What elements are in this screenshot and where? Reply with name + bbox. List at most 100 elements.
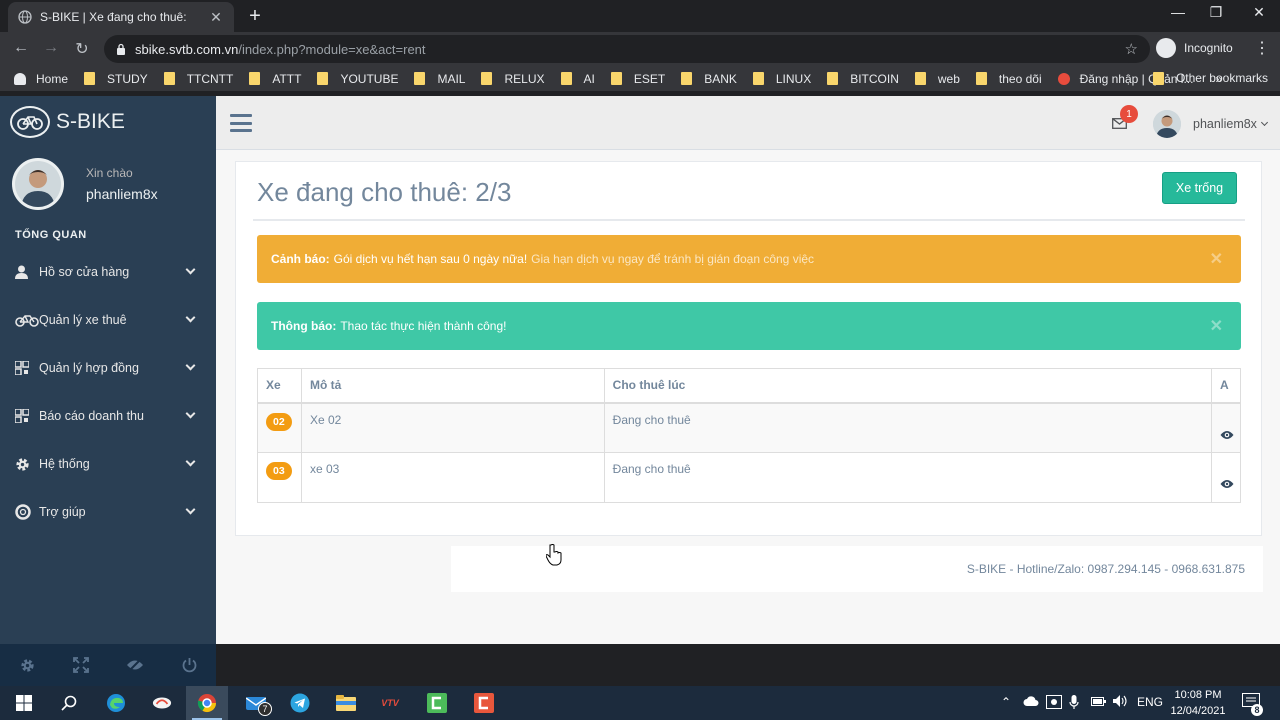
- menu-toggle-icon[interactable]: [230, 114, 252, 132]
- vtv-app-icon[interactable]: VTV: [380, 693, 400, 713]
- folder-icon: [481, 72, 493, 85]
- bookmark-item[interactable]: STUDY: [76, 72, 156, 86]
- windows-start-icon[interactable]: [14, 693, 34, 713]
- available-bikes-button[interactable]: Xe trống: [1162, 172, 1237, 204]
- bookmark-home[interactable]: Home: [0, 72, 76, 86]
- sidebar-item-store-profile[interactable]: Hồ sơ cửa hàng: [0, 248, 216, 296]
- avatar: [12, 158, 64, 210]
- maximize-icon[interactable]: ❐: [1204, 4, 1228, 21]
- menu-kebab-icon[interactable]: ⋮: [1254, 38, 1270, 58]
- cloud-icon[interactable]: [1023, 695, 1039, 709]
- content-panel: Xe đang cho thuê: 2/3 Xe trống Cảnh báo:…: [235, 161, 1262, 536]
- reload-icon[interactable]: ↻: [72, 39, 92, 59]
- battery-icon[interactable]: [1091, 695, 1106, 709]
- new-tab-button[interactable]: +: [245, 5, 265, 28]
- file-explorer-icon[interactable]: [336, 693, 356, 713]
- action-cell: [1210, 402, 1242, 453]
- profile-name: phanliem8x: [86, 186, 158, 202]
- bookmark-item[interactable]: AI: [553, 72, 603, 86]
- column-header[interactable]: Cho thuê lúc: [603, 368, 1212, 404]
- search-icon[interactable]: [59, 693, 79, 713]
- camtasia-icon[interactable]: [427, 693, 447, 713]
- back-icon[interactable]: ←: [11, 39, 31, 57]
- address-bar[interactable]: sbike.svtb.com.vn/index.php?module=xe&ac…: [104, 35, 1150, 63]
- close-icon[interactable]: ✕: [1210, 249, 1223, 269]
- microphone-icon[interactable]: [1069, 695, 1079, 713]
- bookmark-item[interactable]: YOUTUBE: [309, 72, 406, 86]
- description-cell: Xe 02: [300, 402, 605, 453]
- view-eye-icon[interactable]: [1220, 429, 1234, 443]
- sidebar-item-label: Hệ thống: [39, 457, 90, 471]
- footer-hotline: S-BIKE - Hotline/Zalo: 0987.294.145 - 09…: [966, 562, 1245, 576]
- chrome-icon[interactable]: [197, 693, 217, 713]
- close-window-icon[interactable]: ✕: [1247, 4, 1271, 21]
- other-bookmarks[interactable]: Other bookmarks: [1152, 71, 1268, 85]
- edge-browser-icon[interactable]: [106, 693, 126, 713]
- renew-link[interactable]: Gia hạn dịch vụ ngay để tránh bị gián đo…: [531, 252, 814, 266]
- bike-code-cell: 02: [257, 402, 302, 453]
- language-indicator[interactable]: ENG: [1137, 695, 1163, 709]
- camtasia-recorder-icon[interactable]: [474, 693, 494, 713]
- bookmark-item[interactable]: theo dõi: [968, 72, 1050, 86]
- sidebar-item-contracts[interactable]: Quản lý hợp đồng: [0, 344, 216, 392]
- power-icon[interactable]: [162, 644, 216, 686]
- volume-icon[interactable]: [1113, 695, 1128, 710]
- sidebar-item-revenue-report[interactable]: Báo cáo doanh thu: [0, 392, 216, 440]
- bookmark-item[interactable]: TTCNTT: [156, 72, 242, 86]
- incognito-indicator[interactable]: Incognito: [1156, 38, 1233, 58]
- rental-status-cell: Đang cho thuê: [603, 452, 1212, 503]
- clock[interactable]: 10:08 PM 12/04/2021: [1170, 686, 1226, 719]
- fullscreen-icon[interactable]: [54, 644, 108, 686]
- url-host: sbike.svtb.com.vn: [135, 41, 239, 57]
- eye-slash-icon[interactable]: [108, 644, 162, 686]
- brand-logo[interactable]: S-BIKE: [10, 106, 125, 138]
- sidebar-item-label: Quản lý hợp đồng: [39, 361, 139, 375]
- sidebar-item-rental-bikes[interactable]: Quản lý xe thuê: [0, 296, 216, 344]
- chevron-down-icon: [185, 264, 196, 275]
- star-icon[interactable]: ☆: [1125, 40, 1138, 58]
- profile: Xin chào phanliem8x: [12, 158, 158, 210]
- incognito-icon: [1156, 38, 1176, 58]
- browser-tab[interactable]: S-BIKE | Xe đang cho thuê: ✕: [8, 2, 234, 32]
- folder-icon: [975, 72, 987, 85]
- bookmark-item[interactable]: web: [907, 72, 968, 86]
- clock-date: 12/04/2021: [1170, 705, 1226, 717]
- column-header[interactable]: A: [1210, 368, 1242, 404]
- sidebar-item-help[interactable]: Trợ giúp: [0, 488, 216, 536]
- settings-icon[interactable]: [0, 644, 54, 686]
- divider: [253, 219, 1245, 221]
- network-app-icon[interactable]: [1046, 695, 1062, 712]
- warning-alert: Cảnh báo: Gói dịch vụ hết hạn sau 0 ngày…: [257, 235, 1241, 283]
- browser-tabbar: S-BIKE | Xe đang cho thuê: ✕ + — ❐ ✕: [0, 0, 1280, 32]
- close-icon[interactable]: ✕: [1210, 316, 1223, 336]
- chevron-down-icon: [185, 456, 196, 467]
- alert-label: Cảnh báo:: [271, 252, 330, 266]
- table-row: 03 xe 03 Đang cho thuê: [257, 452, 1242, 503]
- bookmark-item[interactable]: BANK: [673, 72, 745, 86]
- folder-icon: [163, 72, 175, 85]
- user-menu[interactable]: phanliem8x: [1153, 110, 1268, 138]
- sidebar-item-system[interactable]: Hệ thống: [0, 440, 216, 488]
- column-header[interactable]: Mô tả: [300, 368, 605, 404]
- forward-icon[interactable]: →: [41, 39, 61, 57]
- tray-chevron-up-icon[interactable]: ⌃: [1001, 695, 1011, 709]
- section-title: TỔNG QUAN: [15, 229, 87, 241]
- app-icon[interactable]: [152, 693, 172, 713]
- folder-icon: [1152, 71, 1164, 85]
- qrcode-icon: [15, 409, 39, 423]
- minimize-icon[interactable]: —: [1166, 4, 1190, 20]
- telegram-icon[interactable]: [290, 693, 310, 713]
- view-eye-icon[interactable]: [1220, 478, 1234, 492]
- bookmark-item[interactable]: RELUX: [473, 72, 552, 86]
- tab-close-icon[interactable]: ✕: [208, 9, 224, 26]
- bookmark-item[interactable]: BITCOIN: [819, 72, 907, 86]
- column-header[interactable]: Xe: [257, 368, 302, 404]
- bookmark-item[interactable]: MAIL: [406, 72, 473, 86]
- bookmark-item[interactable]: ESET: [603, 72, 673, 86]
- bookmark-item[interactable]: LINUX: [745, 72, 819, 86]
- folder-icon: [249, 72, 261, 85]
- lifebuoy-icon: [15, 504, 39, 520]
- bicycle-icon: [15, 314, 39, 327]
- bookmark-item[interactable]: ATTT: [241, 72, 309, 86]
- chevron-down-icon: [185, 504, 196, 515]
